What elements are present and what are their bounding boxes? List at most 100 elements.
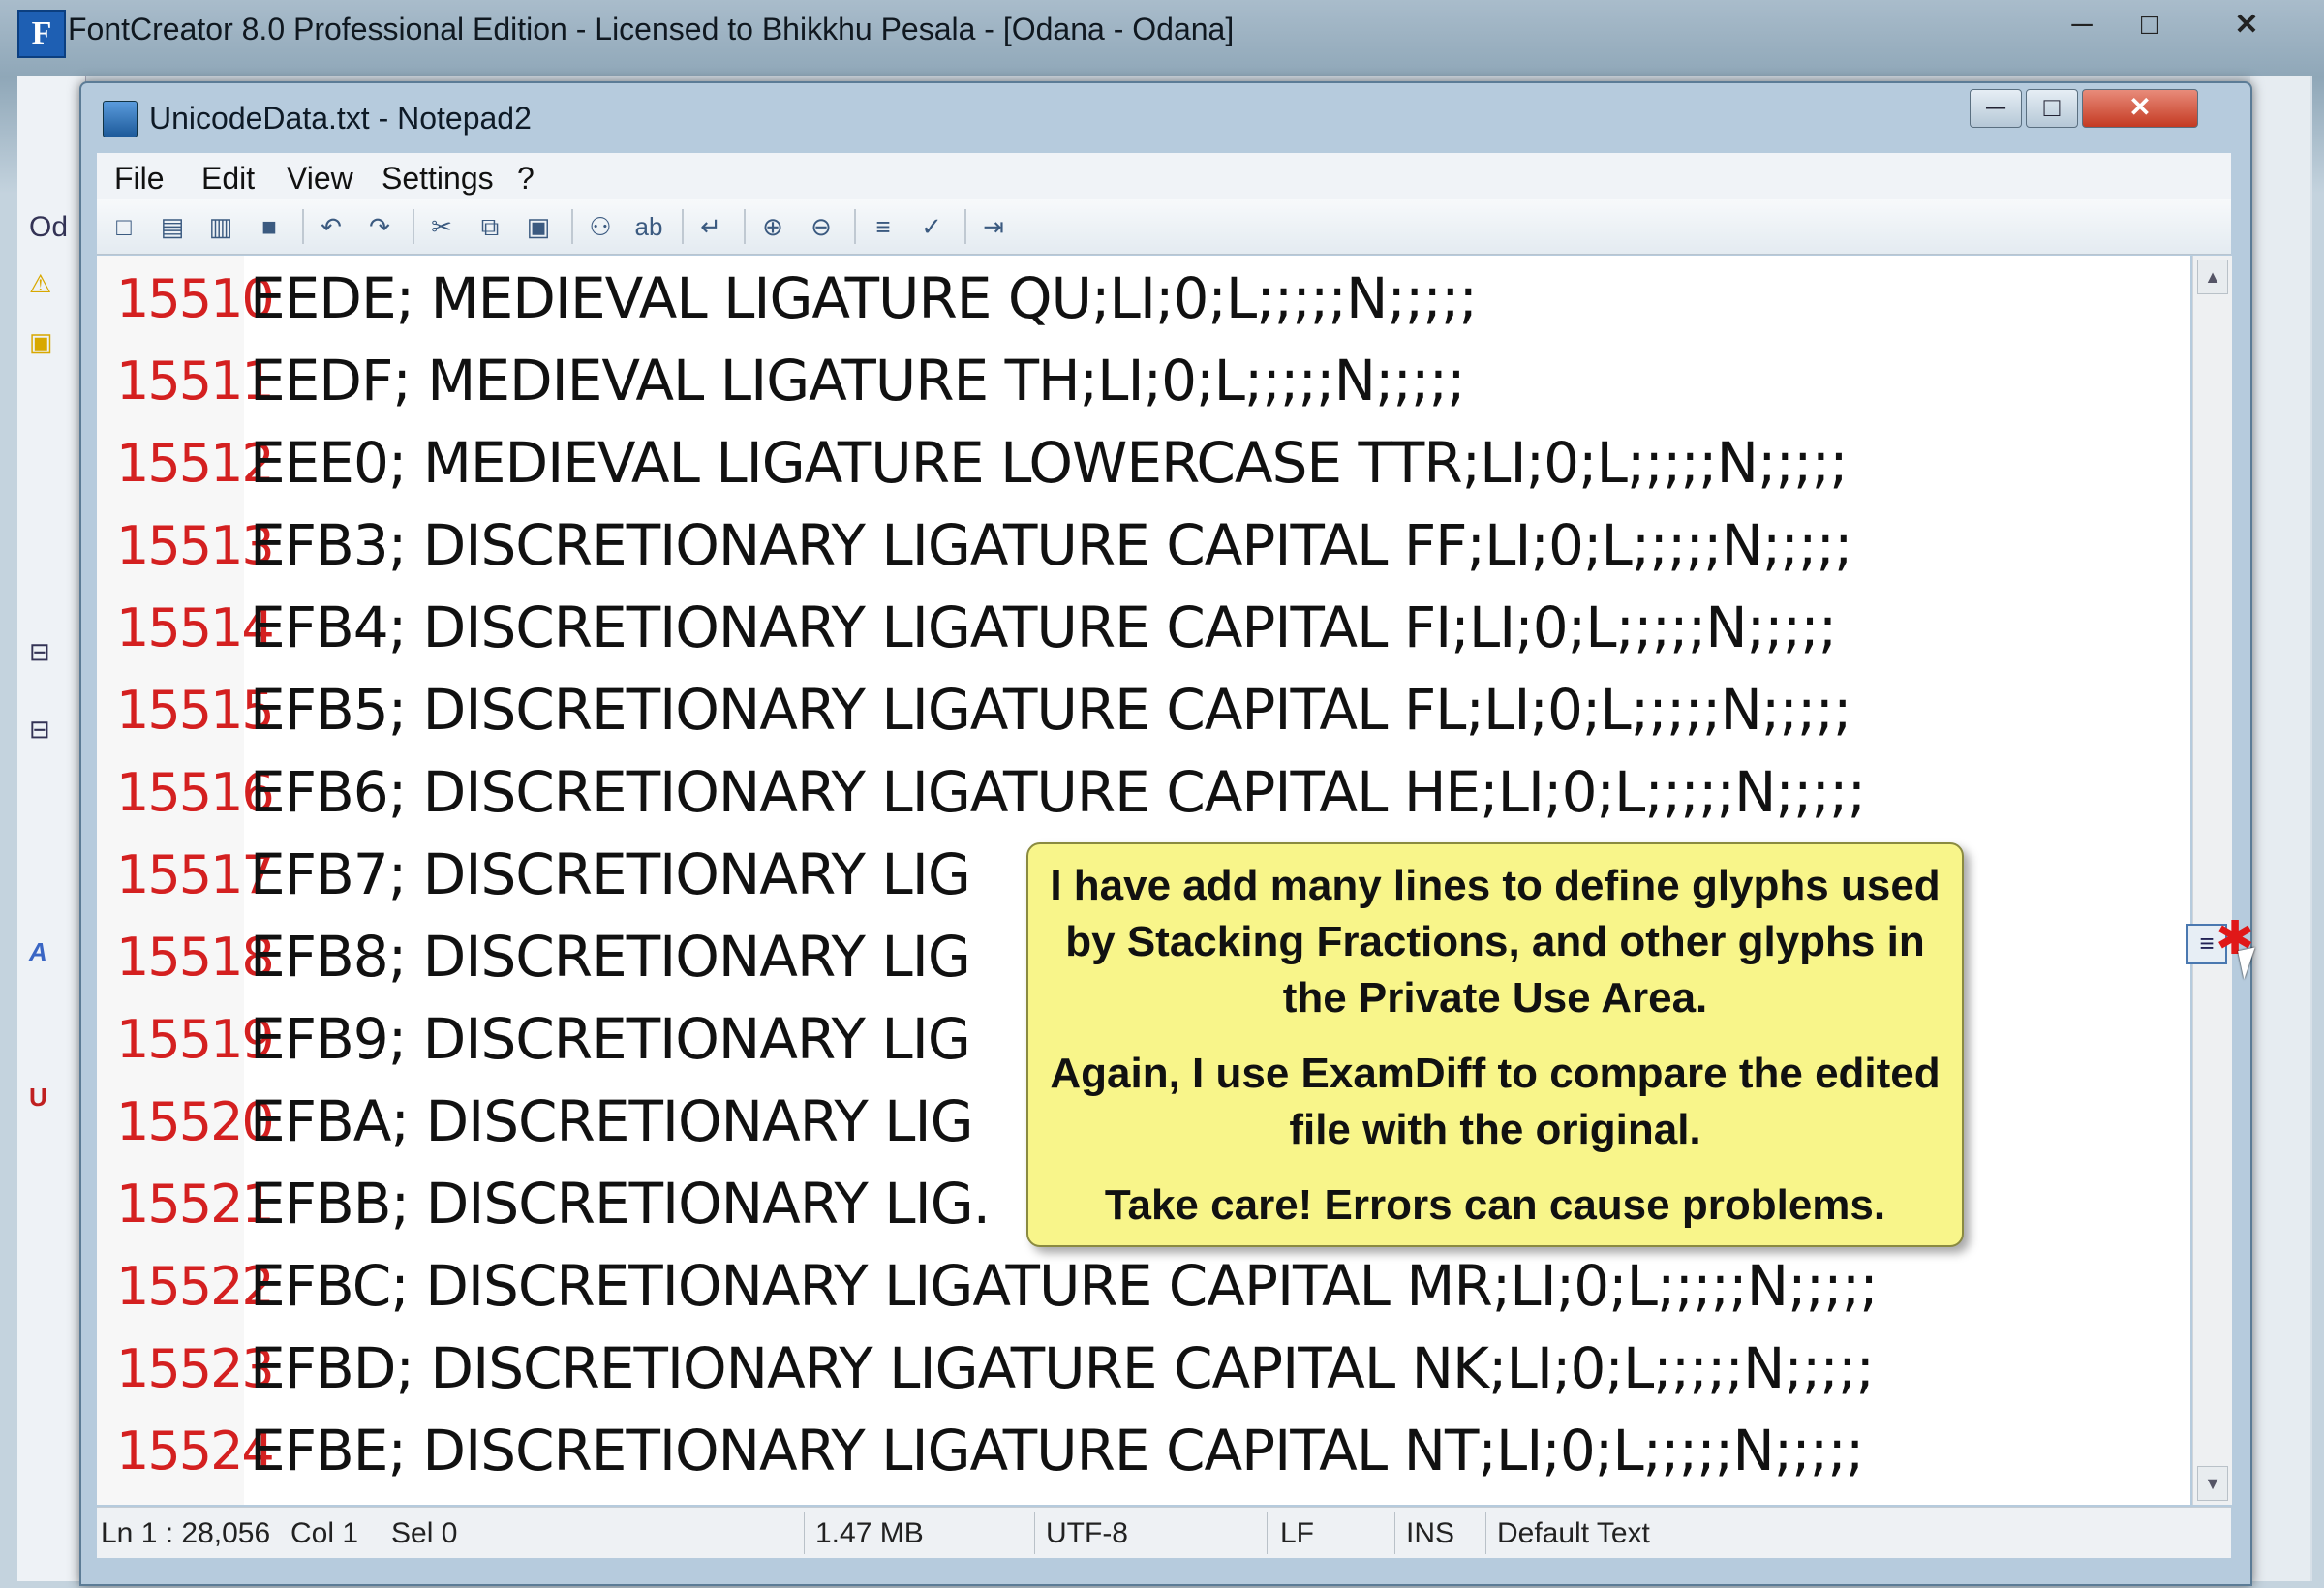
line-text[interactable]: EFB3; DISCRETIONARY LIGATURE CAPITAL FF;… (250, 504, 1853, 587)
status-ins[interactable]: INS (1406, 1517, 1454, 1550)
tree-collapse-icon[interactable]: ⊟ (29, 637, 68, 670)
line-number: 15517 (116, 844, 275, 905)
fontcreator-logo-icon: F (17, 10, 66, 58)
notepad-title: UnicodeData.txt - Notepad2 (149, 101, 532, 136)
line-text[interactable]: EFB5; DISCRETIONARY LIGATURE CAPITAL FL;… (250, 669, 1852, 751)
fontcreator-right-panel (2250, 76, 2310, 1581)
line-number: 15522 (116, 1256, 275, 1317)
tutorial-callout: I have add many lines to define glyphs u… (1026, 842, 1964, 1247)
line-number: 15514 (116, 597, 275, 658)
line-text[interactable]: EFB6; DISCRETIONARY LIGATURE CAPITAL HE;… (250, 751, 1866, 834)
select-scheme-icon[interactable]: ≡ (866, 209, 901, 244)
menu-help[interactable]: ? (517, 161, 535, 197)
notepad2-window: UnicodeData.txt - Notepad2 ─ □ ✕ File Ed… (79, 81, 2252, 1586)
fontcreator-left-panel: Od ⚠ ▣ ⊟ ⊟ A U (17, 76, 86, 1581)
line-text[interactable]: EEE0; MEDIEVAL LIGATURE LOWERCASE TTR;LI… (250, 422, 1849, 504)
find-icon[interactable]: ⚇ (583, 209, 618, 244)
editor-line[interactable]: 15514 EFB4; DISCRETIONARY LIGATURE CAPITA… (97, 587, 2190, 669)
menu-view[interactable]: View (287, 161, 353, 197)
line-number: 15512 (116, 433, 275, 494)
status-col: Col 1 (290, 1517, 359, 1549)
line-text[interactable]: EFB9; DISCRETIONARY LIG (250, 998, 971, 1081)
editor-line[interactable]: 15513 EFB3; DISCRETIONARY LIGATURE CAPITA… (97, 504, 2190, 587)
zoom-out-icon[interactable]: ⊖ (804, 209, 839, 244)
copy-icon[interactable]: ⧉ (473, 209, 507, 244)
line-number: 15510 (116, 268, 275, 329)
editor-line[interactable]: 15522 EFBC; DISCRETIONARY LIGATURE CAPITA… (97, 1245, 2190, 1328)
notepad-app-icon (103, 101, 138, 137)
line-text[interactable]: EFB4; DISCRETIONARY LIGATURE CAPITAL FI;… (250, 587, 1837, 669)
line-text[interactable]: EFB7; DISCRETIONARY LIG (250, 834, 971, 916)
menu-settings[interactable]: Settings (382, 161, 494, 197)
save-icon[interactable]: ■ (252, 209, 287, 244)
line-text[interactable]: EEDF; MEDIEVAL LIGATURE TH;LI;0;L;;;;;N;… (250, 340, 1466, 422)
status-scheme[interactable]: Default Text (1497, 1517, 1650, 1550)
toolbar-separator (964, 209, 966, 244)
status-divider (804, 1512, 805, 1554)
font-icon[interactable]: A (29, 937, 68, 970)
toolbar: □ ▤ ▥ ■ ↶ ↷ ✂ ⧉ ▣ ⚇ ab ↵ ⊕ ⊖ ≡ ✓ ⇥ (97, 199, 2231, 255)
unicode-icon[interactable]: U (29, 1083, 68, 1115)
line-number: 15524 (116, 1420, 275, 1481)
scroll-up-arrow-icon[interactable]: ▲ (2197, 260, 2228, 294)
line-number: 15520 (116, 1091, 275, 1152)
vertical-scrollbar[interactable]: ▲ ▼ (2192, 256, 2232, 1505)
browse-icon[interactable]: ▥ (203, 209, 238, 244)
editor-line[interactable]: 15510 EEDE; MEDIEVAL LIGATURE QU;LI;0;L;;… (97, 258, 2190, 340)
fontcreator-tab-label[interactable]: Od (29, 211, 68, 244)
status-sel: Sel 0 (391, 1517, 458, 1549)
word-wrap-icon[interactable]: ↵ (693, 209, 728, 244)
paste-icon[interactable]: ▣ (521, 209, 556, 244)
menu-edit[interactable]: Edit (201, 161, 255, 197)
exit-icon[interactable]: ⇥ (976, 209, 1011, 244)
zoom-in-icon[interactable]: ⊕ (755, 209, 790, 244)
toolbar-separator (413, 209, 414, 244)
editor-line[interactable]: 15516 EFB6; DISCRETIONARY LIGATURE CAPITA… (97, 751, 2190, 834)
status-encoding[interactable]: UTF-8 (1046, 1517, 1128, 1550)
line-number: 15513 (116, 515, 275, 576)
status-bar: Ln 1 : 28,056 Col 1 Sel 0 1.47 MB UTF-8 … (97, 1507, 2231, 1558)
editor-line[interactable]: 15512 EEE0; MEDIEVAL LIGATURE LOWERCASE T… (97, 422, 2190, 504)
scroll-down-arrow-icon[interactable]: ▼ (2197, 1466, 2228, 1501)
minimize-button[interactable]: ─ (1970, 89, 2022, 128)
undo-icon[interactable]: ↶ (314, 209, 349, 244)
line-text[interactable]: EFBD; DISCRETIONARY LIGATURE CAPITAL NK;… (250, 1328, 1875, 1410)
replace-icon[interactable]: ab (631, 209, 666, 244)
editor-line[interactable]: 15523 EFBD; DISCRETIONARY LIGATURE CAPITA… (97, 1328, 2190, 1410)
redo-icon[interactable]: ↷ (362, 209, 397, 244)
line-number: 15523 (116, 1338, 275, 1399)
line-text[interactable]: EFBC; DISCRETIONARY LIGATURE CAPITAL MR;… (250, 1245, 1879, 1328)
line-text[interactable]: EFBA; DISCRETIONARY LIG (250, 1081, 974, 1163)
editor-line[interactable]: 15515 EFB5; DISCRETIONARY LIGATURE CAPITA… (97, 669, 2190, 751)
status-size: 1.47 MB (815, 1517, 924, 1549)
outer-maximize-button[interactable]: □ (2121, 6, 2179, 45)
status-divider (1267, 1512, 1268, 1554)
line-number: 15515 (116, 680, 275, 741)
line-number: 15511 (116, 351, 275, 412)
status-eol[interactable]: LF (1280, 1517, 1314, 1550)
tree-collapse-icon[interactable]: ⊟ (29, 715, 68, 748)
status-divider (1394, 1512, 1395, 1554)
outer-close-button[interactable]: ✕ (2217, 6, 2276, 45)
cut-icon[interactable]: ✂ (424, 209, 459, 244)
callout-text-2: Again, I use ExamDiff to compare the edi… (1050, 1050, 1941, 1153)
editor-line[interactable]: 15511 EEDF; MEDIEVAL LIGATURE TH;LI;0;L;;… (97, 340, 2190, 422)
line-text[interactable]: EFBE; DISCRETIONARY LIGATURE CAPITAL NT;… (250, 1410, 1864, 1492)
line-number: 15519 (116, 1009, 275, 1070)
maximize-button[interactable]: □ (2026, 89, 2078, 128)
line-text[interactable]: EFBB; DISCRETIONARY LIG. (250, 1163, 991, 1245)
status-line: Ln 1 : 28,056 (101, 1517, 271, 1549)
open-file-icon[interactable]: ▤ (155, 209, 190, 244)
new-file-icon[interactable]: □ (107, 209, 141, 244)
editor-line[interactable]: 15524 EFBE; DISCRETIONARY LIGATURE CAPITA… (97, 1410, 2190, 1492)
outer-minimize-button[interactable]: ─ (2053, 6, 2111, 45)
menu-file[interactable]: File (114, 161, 165, 197)
warning-icon[interactable]: ⚠ (29, 269, 68, 302)
close-button[interactable]: ✕ (2082, 89, 2198, 128)
customize-scheme-icon[interactable]: ✓ (914, 209, 949, 244)
callout-text-1: I have add many lines to define glyphs u… (1050, 862, 1941, 1022)
line-text[interactable]: EEDE; MEDIEVAL LIGATURE QU;LI;0;L;;;;;N;… (250, 258, 1478, 340)
folder-icon[interactable]: ▣ (29, 327, 68, 360)
toolbar-separator (744, 209, 746, 244)
line-text[interactable]: EFB8; DISCRETIONARY LIG (250, 916, 971, 998)
